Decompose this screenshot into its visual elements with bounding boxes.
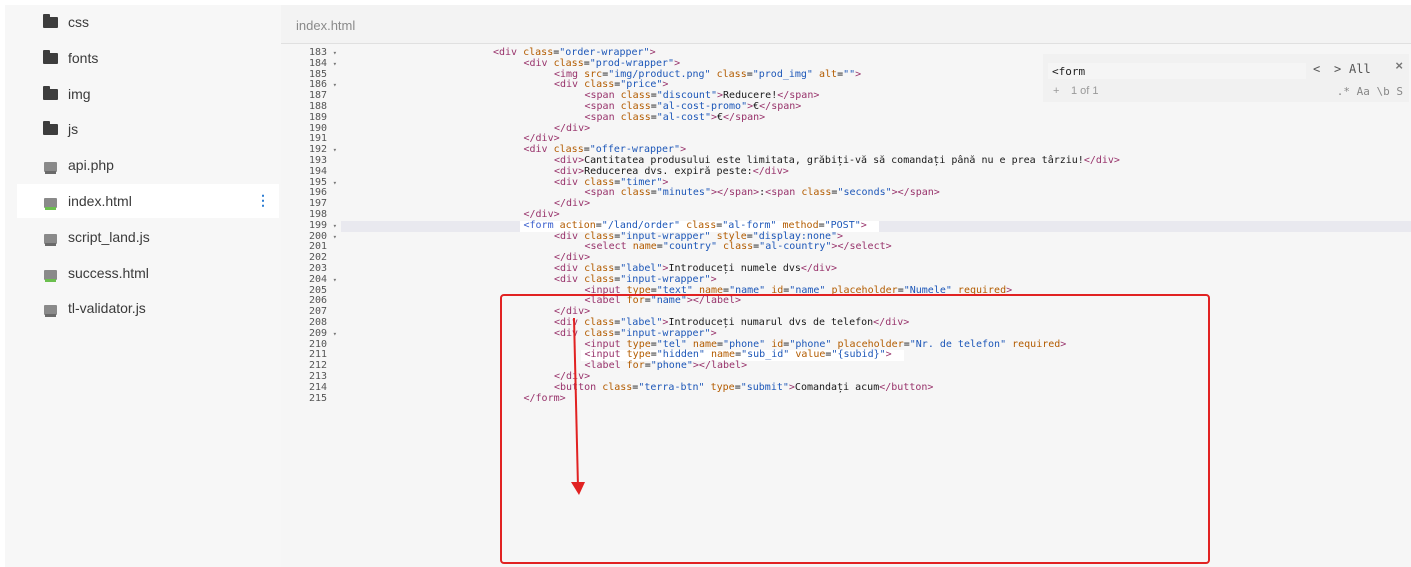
sidebar-item-label: index.html xyxy=(68,193,132,209)
find-next-button[interactable]: > xyxy=(1334,62,1341,76)
code-text: <span class="al-cost">€</span> xyxy=(584,111,766,123)
sidebar-item-label: tl-validator.js xyxy=(68,300,146,316)
fold-toggle-icon[interactable]: ▾ xyxy=(333,221,337,232)
code-line[interactable]: <div class="label">Introduceți numele dv… xyxy=(341,263,1411,275)
sidebar-item-css[interactable]: css xyxy=(17,5,279,39)
find-all-button[interactable]: All xyxy=(1349,62,1371,76)
fold-toggle-icon[interactable]: ▾ xyxy=(333,145,337,156)
code-text: <span class="minutes"></span>:<span clas… xyxy=(584,187,940,199)
code-text: <select name="country" class="al-country… xyxy=(584,241,892,253)
close-icon[interactable]: × xyxy=(1395,58,1403,73)
sidebar-item-script-land-js[interactable]: script_land.js xyxy=(17,220,279,254)
match-count: 1 of 1 xyxy=(1071,85,1099,97)
code-line[interactable]: </div> xyxy=(341,209,1411,221)
html-file-icon xyxy=(41,194,59,210)
code-line[interactable]: <span class="al-cost">€</span> xyxy=(341,111,1411,124)
fold-toggle-icon[interactable]: ▾ xyxy=(333,80,337,91)
sidebar-item-label: api.php xyxy=(68,157,114,173)
fold-toggle-icon[interactable]: ▾ xyxy=(333,48,337,59)
sidebar-item-index-html[interactable]: index.html ⋮ xyxy=(17,184,279,218)
sidebar-item-label: success.html xyxy=(68,265,149,281)
code-line[interactable]: <span class="minutes"></span>:<span clas… xyxy=(341,187,1411,199)
fold-toggle-icon[interactable]: ▾ xyxy=(333,275,337,286)
php-file-icon xyxy=(41,158,59,174)
code-line[interactable]: <div>Cantitatea produsului este limitata… xyxy=(341,155,1411,167)
code-line[interactable]: <span class="al-cost-promo">€</span> xyxy=(341,101,1411,113)
folder-icon xyxy=(41,120,59,135)
fold-toggle-icon[interactable]: ▾ xyxy=(333,59,337,70)
annotation-highlight-box xyxy=(500,294,1210,564)
code-line[interactable]: </div> xyxy=(341,133,1411,145)
sidebar-item-api-php[interactable]: api.php xyxy=(17,148,279,182)
fold-toggle-icon[interactable]: ▾ xyxy=(333,329,337,340)
folder-icon xyxy=(41,85,59,100)
code-line[interactable]: </div> xyxy=(341,123,1411,135)
line-number-gutter: 183 ▾ 184 ▾ 185 186 ▾ 187 188 189 190 191 192 ▾ 193 194… xyxy=(281,47,341,404)
tab-index-html[interactable]: index.html xyxy=(296,18,355,33)
sidebar-item-fonts[interactable]: fonts xyxy=(17,41,279,75)
code-line[interactable]: <form action="/land/order" class="al-for… xyxy=(341,220,1411,232)
code-line[interactable]: </div> xyxy=(341,252,1411,264)
find-prev-button[interactable]: < xyxy=(1313,62,1320,76)
code-line[interactable]: <div>Reducerea dvs. expiră peste:</div> xyxy=(341,166,1411,178)
folder-icon xyxy=(41,49,59,64)
sidebar-item-label: script_land.js xyxy=(68,229,150,245)
fold-toggle-icon[interactable]: ▾ xyxy=(333,232,337,243)
sidebar-item-label: img xyxy=(68,86,91,102)
html-file-icon xyxy=(41,266,59,282)
sidebar-item-tl-validator-js[interactable]: tl-validator.js xyxy=(17,291,279,325)
find-options[interactable]: .* Aa \b S xyxy=(1337,85,1403,98)
sidebar-item-img[interactable]: img xyxy=(17,77,279,111)
sidebar-item-label: css xyxy=(68,14,89,30)
sidebar-item-js[interactable]: js xyxy=(17,112,279,146)
expand-replace-icon[interactable]: + xyxy=(1053,85,1059,97)
code-line[interactable]: <select name="country" class="al-country… xyxy=(341,241,1411,253)
folder-icon xyxy=(41,13,59,28)
find-panel: < > All × + 1 of 1 .* Aa \b S xyxy=(1043,54,1409,102)
find-input[interactable] xyxy=(1048,63,1306,79)
sidebar-item-label: fonts xyxy=(68,50,99,66)
js-file-icon xyxy=(41,301,59,317)
kebab-menu-icon[interactable]: ⋮ xyxy=(256,193,270,207)
fold-toggle-icon[interactable]: ▾ xyxy=(333,178,337,189)
line-number: 215 xyxy=(308,392,327,404)
sidebar-item-label: js xyxy=(68,121,79,137)
file-tree-sidebar: css fonts img js api.php index.html ⋮ script_la… xyxy=(5,5,281,567)
sidebar-item-success-html[interactable]: success.html xyxy=(17,256,279,290)
code-line[interactable]: </div> xyxy=(341,198,1411,210)
editor-tab-bar: index.html xyxy=(281,5,1411,44)
js-file-icon xyxy=(41,230,59,246)
